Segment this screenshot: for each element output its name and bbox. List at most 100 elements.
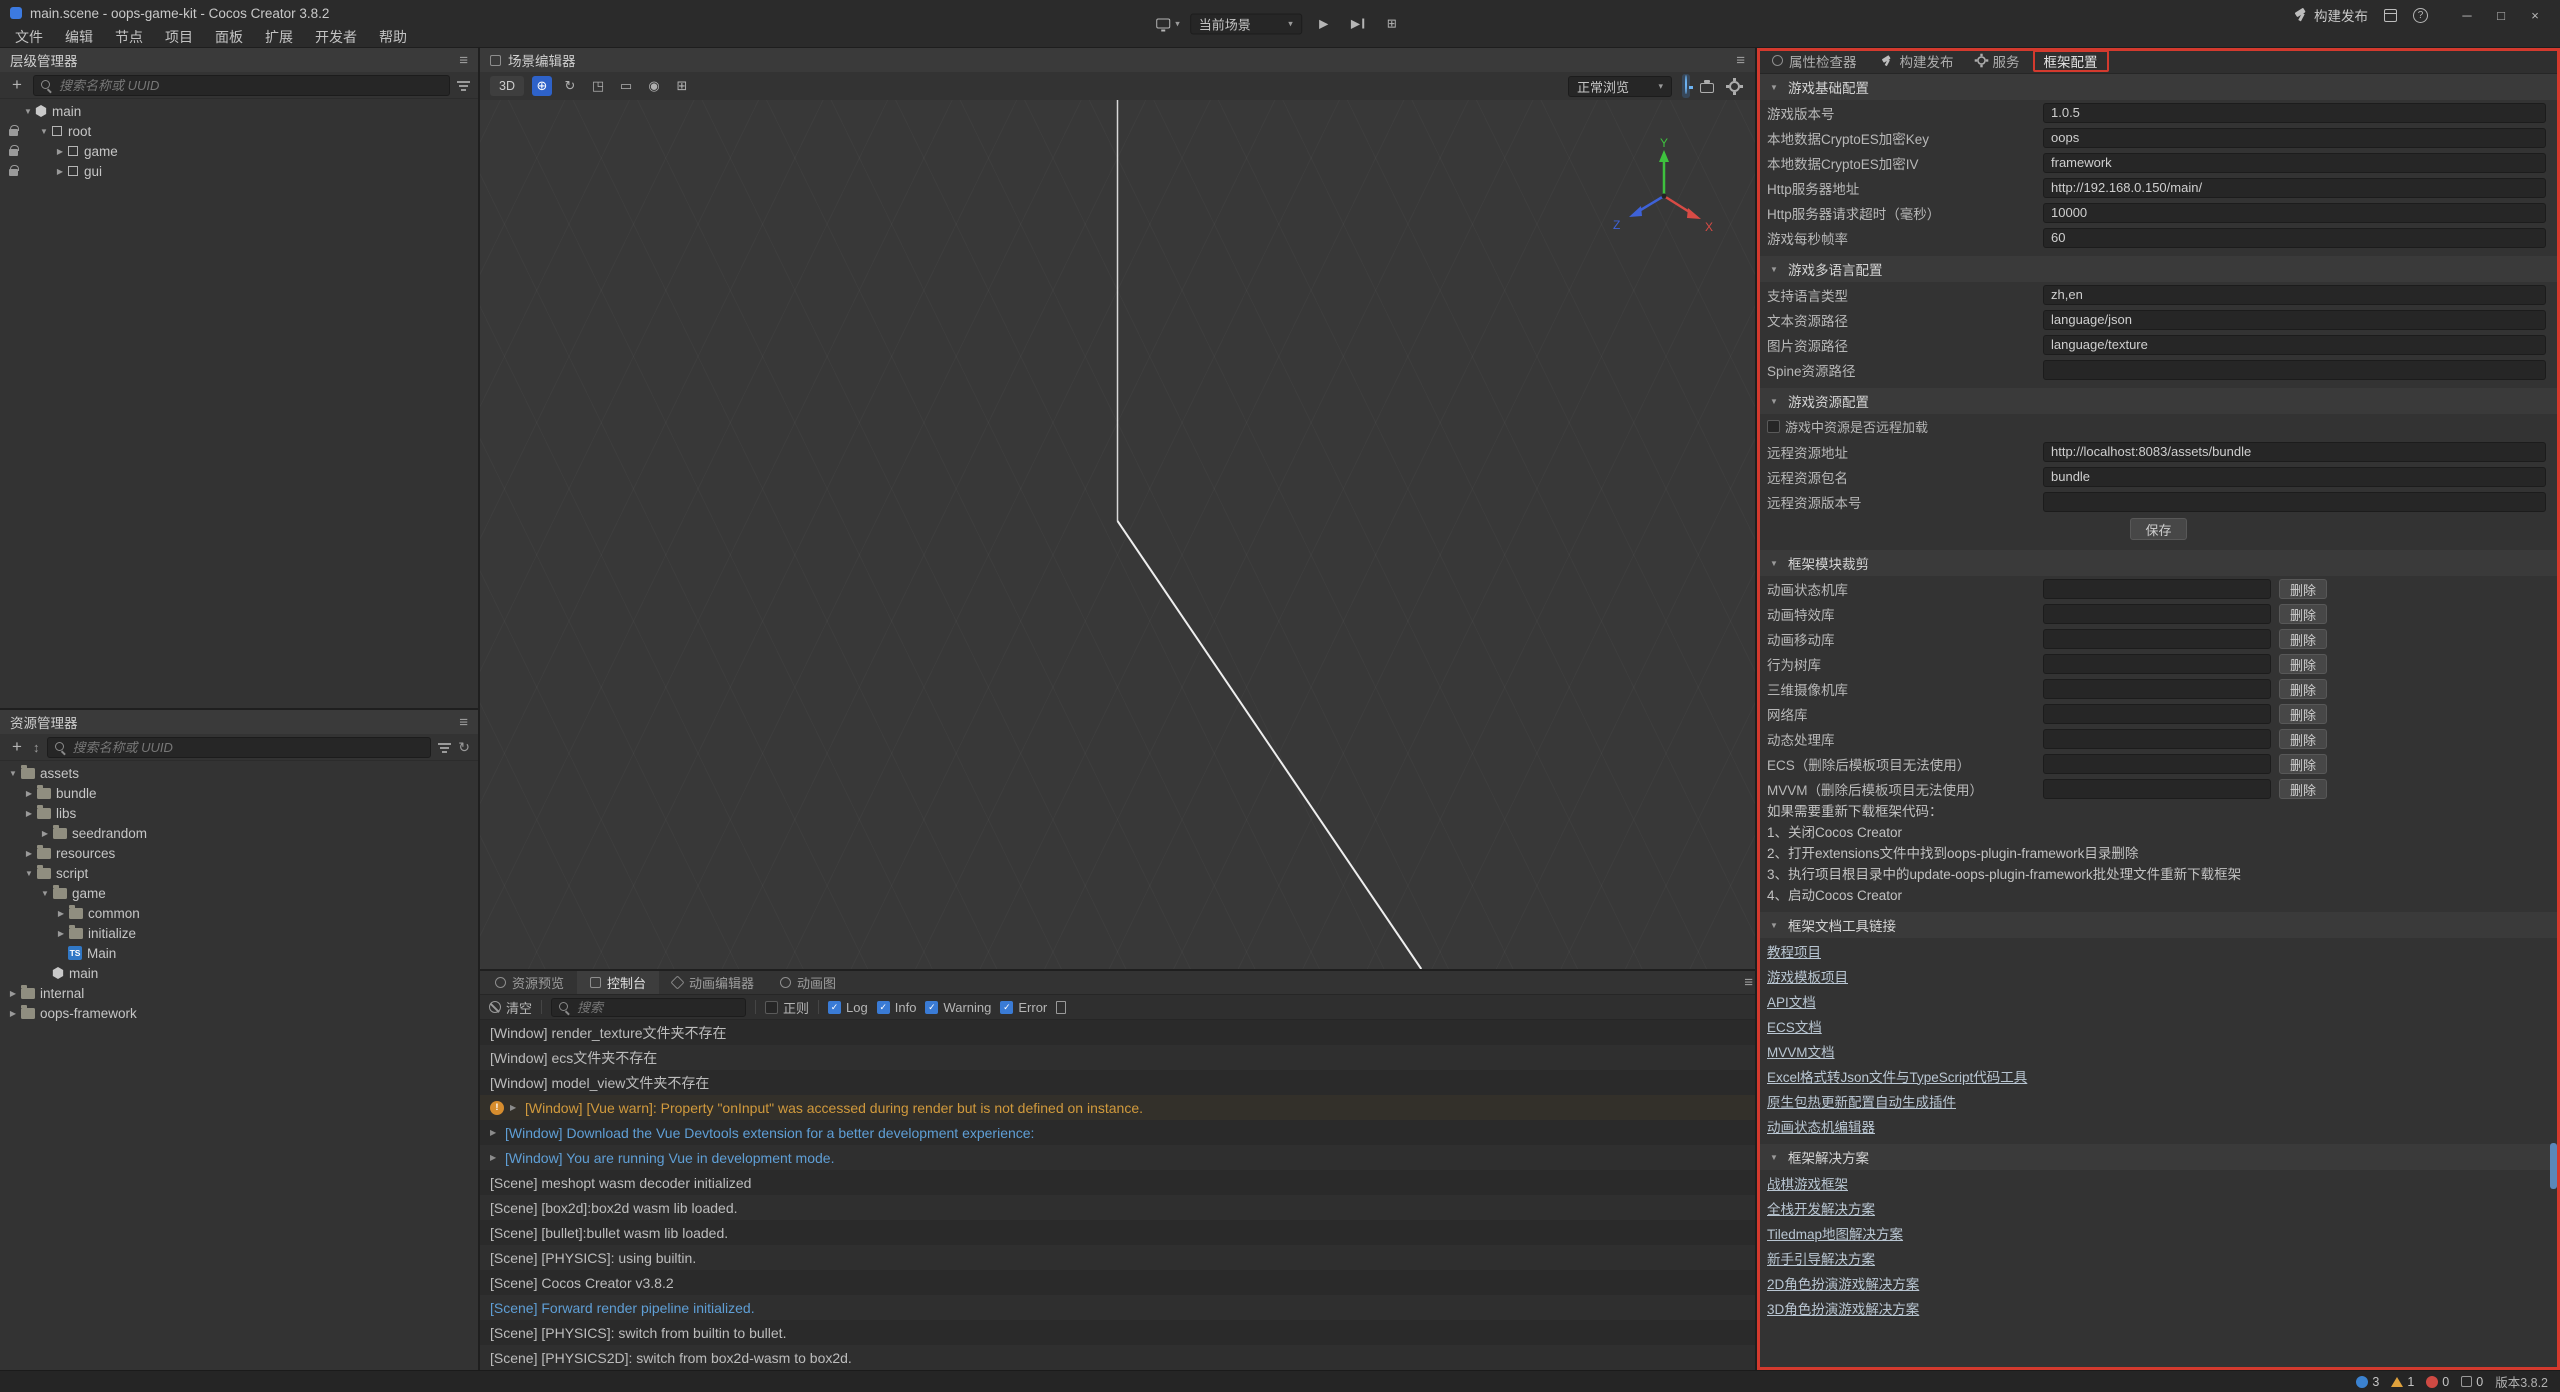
asset-node-initialize[interactable]: ▶ initialize — [0, 923, 478, 943]
http-timeout-input[interactable] — [2043, 203, 2546, 223]
sort-icon[interactable]: ↕ — [33, 740, 40, 755]
delete-module-button[interactable]: 删除 — [2279, 579, 2327, 599]
log-row[interactable]: [Scene] [bullet]:bullet wasm lib loaded. — [480, 1220, 1755, 1245]
delete-module-button[interactable]: 删除 — [2279, 754, 2327, 774]
expand-caret-icon[interactable]: ▶ — [490, 1153, 505, 1162]
section-doc-links[interactable]: ▼ 框架文档工具链接 — [1757, 912, 2560, 938]
tab-console[interactable]: 控制台 — [577, 971, 659, 994]
asset-node-bundle[interactable]: ▶ bundle — [0, 783, 478, 803]
delete-module-button[interactable]: 删除 — [2279, 704, 2327, 724]
menu-help[interactable]: 帮助 — [368, 27, 418, 47]
tab-animation-editor[interactable]: 动画编辑器 — [659, 971, 767, 994]
tab-build[interactable]: 构建发布 — [1870, 50, 1963, 72]
expand-arrow-icon[interactable]: ▶ — [22, 849, 36, 858]
hierarchy-node-main[interactable]: ▼ main — [0, 101, 478, 121]
projection-toggle-button[interactable]: 3D — [490, 76, 524, 96]
delete-module-button[interactable]: 删除 — [2279, 779, 2327, 799]
asset-node-main-ts[interactable]: TS Main — [0, 943, 478, 963]
build-publish-button[interactable]: 构建发布 — [2293, 5, 2368, 25]
log-row[interactable]: [Scene] [PHYSICS2D]: switch from box2d-w… — [480, 1345, 1755, 1370]
filter-warning-checkbox[interactable]: ✓ Warning — [925, 1000, 991, 1015]
create-node-button[interactable]: + — [8, 75, 26, 95]
maximize-button[interactable]: □ — [2486, 3, 2516, 27]
log-row[interactable]: [Scene] [PHYSICS]: using builtin. — [480, 1245, 1755, 1270]
asset-node-main-scene[interactable]: main — [0, 963, 478, 983]
message-counter[interactable]: 3 — [2356, 1375, 2379, 1389]
pivot-tool-button[interactable]: ◉ — [644, 76, 664, 96]
gizmo-z-label[interactable]: Z — [1613, 218, 1620, 232]
tab-inspector[interactable]: 属性检查器 — [1763, 50, 1866, 72]
solution-link[interactable]: 2D角色扮演游戏解决方案 — [1757, 1270, 2560, 1295]
gear-icon[interactable] — [1729, 81, 1740, 92]
lock-icon[interactable] — [9, 149, 18, 156]
rect-tool-button[interactable]: ▭ — [616, 76, 636, 96]
create-asset-button[interactable]: + — [8, 737, 26, 757]
log-row-info[interactable]: [Scene] Forward render pipeline initiali… — [480, 1295, 1755, 1320]
remote-version-input[interactable] — [2043, 492, 2546, 512]
snap-tool-button[interactable]: ⊞ — [672, 76, 692, 96]
save-button[interactable]: 保存 — [2130, 518, 2186, 540]
doc-link[interactable]: ECS文档 — [1757, 1013, 2560, 1038]
languages-input[interactable] — [2043, 285, 2546, 305]
menu-panel[interactable]: 面板 — [204, 27, 254, 47]
remote-load-checkbox[interactable]: 游戏中资源是否远程加载 — [1767, 417, 1928, 436]
menu-edit[interactable]: 编辑 — [54, 27, 104, 47]
hierarchy-node-gui[interactable]: ▶ gui — [0, 161, 478, 181]
expand-arrow-icon[interactable]: ▼ — [22, 869, 36, 878]
expand-arrow-icon[interactable]: ▶ — [53, 147, 67, 156]
hierarchy-search-input[interactable] — [59, 78, 443, 93]
move-tool-button[interactable]: ⊕ — [532, 76, 552, 96]
console-search-input[interactable] — [577, 1000, 739, 1015]
expand-arrow-icon[interactable]: ▼ — [38, 889, 52, 898]
asset-node-assets[interactable]: ▼ assets — [0, 763, 478, 783]
fps-input[interactable] — [2043, 228, 2546, 248]
expand-arrow-icon[interactable]: ▶ — [53, 167, 67, 176]
expand-arrow-icon[interactable]: ▼ — [6, 769, 20, 778]
view-mode-select[interactable]: 正常浏览 ▾ — [1568, 76, 1672, 97]
asset-node-seedrandom[interactable]: ▶ seedrandom — [0, 823, 478, 843]
warning-counter[interactable]: 1 — [2391, 1375, 2414, 1389]
lock-icon[interactable] — [9, 129, 18, 136]
log-row[interactable]: [Window] ecs文件夹不存在 — [480, 1045, 1755, 1070]
expand-arrow-icon[interactable]: ▶ — [54, 909, 68, 918]
rotate-tool-button[interactable]: ↻ — [560, 76, 580, 96]
tab-animation-graph[interactable]: 动画图 — [767, 971, 849, 994]
log-row[interactable]: [Scene] meshopt wasm decoder initialized — [480, 1170, 1755, 1195]
menu-node[interactable]: 节点 — [104, 27, 154, 47]
crypto-key-input[interactable] — [2043, 128, 2546, 148]
solution-link[interactable]: 战棋游戏框架 — [1757, 1170, 2560, 1195]
hierarchy-node-game[interactable]: ▶ game — [0, 141, 478, 161]
task-counter[interactable]: 0 — [2461, 1375, 2483, 1389]
filter-log-checkbox[interactable]: ✓ Log — [828, 1000, 868, 1015]
camera-icon[interactable] — [1700, 83, 1714, 93]
doc-link[interactable]: 游戏模板项目 — [1757, 963, 2560, 988]
delete-module-button[interactable]: 删除 — [2279, 729, 2327, 749]
menu-extension[interactable]: 扩展 — [254, 27, 304, 47]
scene-light-toggle[interactable] — [1682, 74, 1690, 98]
log-row[interactable]: [Window] model_view文件夹不存在 — [480, 1070, 1755, 1095]
panel-menu-icon[interactable]: ≡ — [1744, 974, 1753, 991]
section-language-config[interactable]: ▼ 游戏多语言配置 — [1757, 256, 2560, 282]
gizmo-y-label[interactable]: Y — [1660, 138, 1668, 150]
section-solutions[interactable]: ▼ 框架解决方案 — [1757, 1144, 2560, 1170]
log-row[interactable]: [Scene] [PHYSICS]: switch from builtin t… — [480, 1320, 1755, 1345]
assets-search-input[interactable] — [73, 740, 425, 755]
delete-module-button[interactable]: 删除 — [2279, 679, 2327, 699]
game-version-input[interactable] — [2043, 103, 2546, 123]
menu-project[interactable]: 项目 — [154, 27, 204, 47]
minimize-button[interactable]: ─ — [2452, 3, 2482, 27]
panel-menu-icon[interactable]: ≡ — [459, 52, 468, 69]
play-button[interactable]: ▶ — [1312, 13, 1336, 34]
asset-node-resources[interactable]: ▶ resources — [0, 843, 478, 863]
log-row[interactable]: [Scene] Cocos Creator v3.8.2 — [480, 1270, 1755, 1295]
delete-module-button[interactable]: 删除 — [2279, 654, 2327, 674]
spine-path-input[interactable] — [2043, 360, 2546, 380]
remote-url-input[interactable] — [2043, 442, 2546, 462]
tab-framework-config[interactable]: 框架配置 — [2033, 50, 2109, 72]
expand-arrow-icon[interactable]: ▼ — [37, 127, 51, 136]
scene-select[interactable]: 当前场景 ▾ — [1190, 13, 1302, 34]
solution-link[interactable]: Tiledmap地图解决方案 — [1757, 1220, 2560, 1245]
section-game-basic-config[interactable]: ▼ 游戏基础配置 — [1757, 74, 2560, 100]
open-log-file-icon[interactable] — [1056, 1001, 1066, 1014]
solution-link[interactable]: 新手引导解决方案 — [1757, 1245, 2560, 1270]
